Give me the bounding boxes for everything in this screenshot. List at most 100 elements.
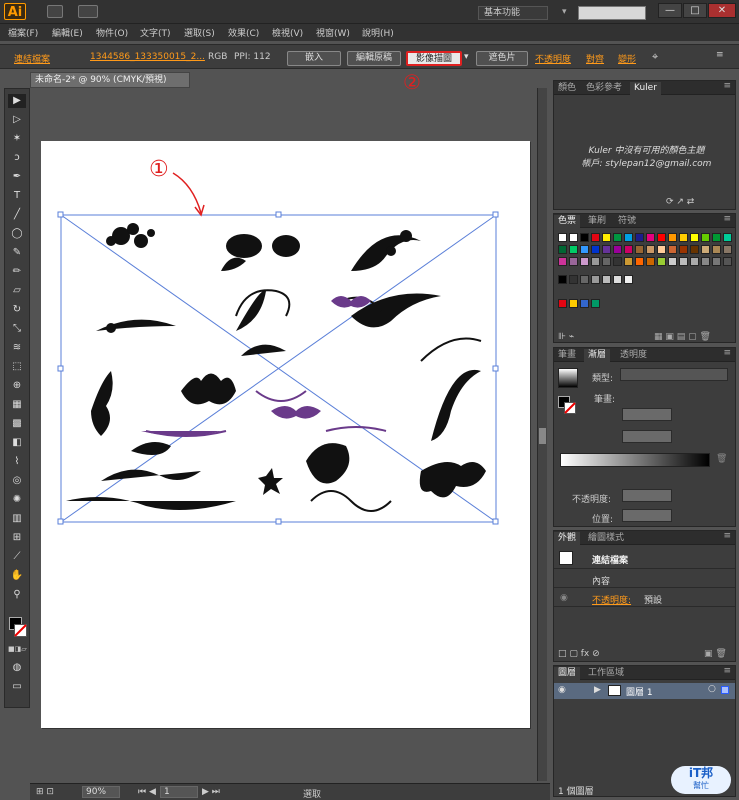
- gradient-type-select[interactable]: [620, 368, 728, 381]
- kuler-panel-menu-icon[interactable]: ≡: [723, 81, 731, 91]
- gradient-stroke-swatch[interactable]: [564, 402, 576, 414]
- color-swatch[interactable]: [712, 245, 721, 254]
- appearance-opacity-link[interactable]: 不透明度:: [592, 593, 631, 606]
- appearance-delete-icons[interactable]: ▣ 🗑: [704, 649, 727, 659]
- gradient-preview[interactable]: [558, 368, 578, 388]
- color-swatch[interactable]: [701, 233, 710, 242]
- color-swatch[interactable]: [602, 233, 611, 242]
- menu-effect[interactable]: 效果(C): [228, 26, 259, 39]
- gradient-slider[interactable]: [560, 453, 710, 467]
- layer-row[interactable]: ◉ ▶ 圖層 1 ○: [554, 683, 735, 699]
- color-swatch[interactable]: [690, 233, 699, 242]
- align-link[interactable]: 對齊: [586, 52, 604, 65]
- shape-builder-tool-icon[interactable]: ⊕: [8, 379, 26, 393]
- tab-symbols[interactable]: 符號: [614, 215, 640, 228]
- color-swatch[interactable]: [558, 245, 567, 254]
- color-swatch[interactable]: [602, 275, 611, 284]
- screen-mode-icon[interactable]: ▭: [8, 680, 26, 694]
- color-swatch[interactable]: [613, 257, 622, 266]
- image-trace-dropdown-icon[interactable]: ▾: [464, 52, 469, 62]
- control-menu-icon[interactable]: ≡: [716, 50, 724, 60]
- color-swatch[interactable]: [558, 233, 567, 242]
- edit-original-button[interactable]: 編輯原稿: [347, 51, 401, 66]
- menu-help[interactable]: 說明(H): [362, 26, 394, 39]
- direct-selection-tool-icon[interactable]: ▷: [8, 113, 26, 127]
- color-swatch[interactable]: [635, 257, 644, 266]
- tab-swatches[interactable]: 色票: [554, 215, 581, 228]
- zoom-field[interactable]: 90%: [82, 786, 120, 798]
- color-swatch[interactable]: [723, 233, 732, 242]
- arrange-documents-icon[interactable]: [78, 5, 98, 18]
- gradient-aspect-field[interactable]: [622, 430, 672, 443]
- tab-artboards[interactable]: 工作區域: [584, 667, 628, 680]
- appearance-panel-menu-icon[interactable]: ≡: [723, 531, 731, 541]
- scale-tool-icon[interactable]: ⤡: [8, 322, 26, 336]
- menu-type[interactable]: 文字(T): [140, 26, 171, 39]
- eyedropper-tool-icon[interactable]: ⌇: [8, 455, 26, 469]
- menu-object[interactable]: 物件(O): [96, 26, 128, 39]
- color-swatch[interactable]: [591, 299, 600, 308]
- color-swatch[interactable]: [569, 299, 578, 308]
- color-swatch[interactable]: [679, 245, 688, 254]
- bridge-icon[interactable]: [47, 5, 63, 18]
- appearance-content-row[interactable]: 內容: [554, 570, 735, 588]
- color-swatch[interactable]: [580, 257, 589, 266]
- type-tool-icon[interactable]: T: [8, 189, 26, 203]
- color-swatch[interactable]: [613, 245, 622, 254]
- color-swatch[interactable]: [591, 257, 600, 266]
- linked-file-label[interactable]: 連結檔案: [14, 52, 50, 65]
- kuler-actions-icons[interactable]: ⟳ ↗ ⇄: [666, 197, 694, 207]
- color-swatch[interactable]: [569, 275, 578, 284]
- slice-tool-icon[interactable]: ⟋: [8, 550, 26, 564]
- color-swatch[interactable]: [646, 233, 655, 242]
- color-swatch[interactable]: [580, 275, 589, 284]
- close-button[interactable]: ✕: [708, 3, 736, 18]
- blend-tool-icon[interactable]: ◎: [8, 474, 26, 488]
- gradient-panel-menu-icon[interactable]: ≡: [723, 348, 731, 358]
- maximize-button[interactable]: □: [683, 3, 707, 18]
- tab-graphic-styles[interactable]: 繪圖樣式: [584, 532, 628, 545]
- appearance-opacity-row[interactable]: ◉ 不透明度: 預設: [554, 589, 735, 607]
- minimize-button[interactable]: —: [658, 3, 682, 18]
- appearance-actions-icons[interactable]: □ ▢ fx ⊘: [558, 649, 600, 659]
- appearance-title-row[interactable]: 連結檔案: [554, 547, 735, 569]
- color-swatch[interactable]: [624, 275, 633, 284]
- color-swatch[interactable]: [679, 233, 688, 242]
- color-swatch[interactable]: [580, 299, 589, 308]
- embed-button[interactable]: 嵌入: [287, 51, 341, 66]
- eraser-tool-icon[interactable]: ▱: [8, 284, 26, 298]
- help-search-input[interactable]: [578, 6, 646, 20]
- gradient-opacity-field[interactable]: [622, 489, 672, 502]
- color-swatch[interactable]: [624, 245, 633, 254]
- menu-edit[interactable]: 編輯(E): [52, 26, 83, 39]
- color-swatch[interactable]: [580, 245, 589, 254]
- color-swatch[interactable]: [701, 245, 710, 254]
- swatch-actions-icons[interactable]: ▦ ▣ ▤ ▢ 🗑: [654, 332, 711, 342]
- color-swatch[interactable]: [668, 257, 677, 266]
- ellipse-tool-icon[interactable]: ◯: [8, 227, 26, 241]
- lasso-tool-icon[interactable]: ↄ: [8, 151, 26, 165]
- tab-kuler[interactable]: Kuler: [630, 82, 661, 95]
- magic-wand-tool-icon[interactable]: ✶: [8, 132, 26, 146]
- color-swatch[interactable]: [668, 245, 677, 254]
- free-transform-tool-icon[interactable]: ⬚: [8, 360, 26, 374]
- menu-window[interactable]: 視窗(W): [316, 26, 350, 39]
- color-swatch[interactable]: [668, 233, 677, 242]
- color-swatch[interactable]: [591, 275, 600, 284]
- swatch-library-icon[interactable]: ⊪ ⌁: [558, 332, 574, 342]
- workspace-dropdown-icon[interactable]: ▾: [562, 7, 567, 17]
- color-swatch[interactable]: [613, 275, 622, 284]
- selection-tool-icon[interactable]: ▶: [8, 94, 26, 108]
- tab-layers[interactable]: 圖層: [554, 667, 581, 680]
- hand-tool-icon[interactable]: ✋: [8, 569, 26, 583]
- color-swatch[interactable]: [635, 245, 644, 254]
- color-swatch[interactable]: [679, 257, 688, 266]
- page-field[interactable]: 1: [160, 786, 198, 798]
- vertical-scrollbar[interactable]: [537, 88, 547, 781]
- gradient-position-field[interactable]: [622, 509, 672, 522]
- color-swatch[interactable]: [657, 233, 666, 242]
- color-swatch[interactable]: [723, 257, 732, 266]
- gradient-tool-icon[interactable]: ◧: [8, 436, 26, 450]
- color-swatch[interactable]: [657, 245, 666, 254]
- pencil-tool-icon[interactable]: ✏: [8, 265, 26, 279]
